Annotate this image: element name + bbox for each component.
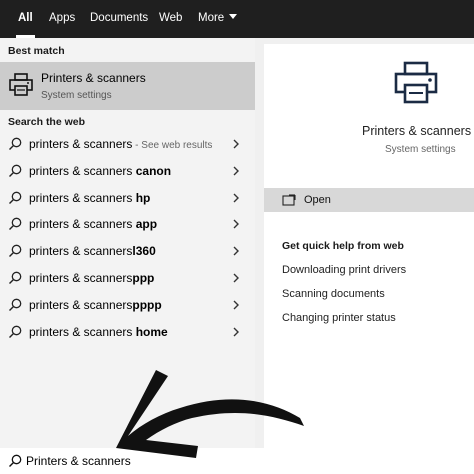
web-result-suffix: pppp	[132, 297, 162, 312]
web-result-text: printers & scanners home	[29, 325, 168, 339]
caret-down-icon	[229, 14, 238, 20]
web-result-suffix: canon	[135, 163, 172, 178]
tab-more[interactable]: More	[196, 0, 239, 38]
open-button[interactable]: Open	[264, 188, 474, 212]
chevron-right-icon	[233, 327, 239, 337]
search-icon	[9, 325, 22, 338]
chevron-right-icon	[233, 166, 239, 176]
chevron-right-icon	[233, 273, 239, 283]
web-result-row[interactable]: printers & scannersppp	[0, 266, 255, 292]
search-icon	[9, 298, 22, 311]
web-result-query: printers & scanners	[29, 324, 136, 339]
results-panel: Best match Printers & scanners System se…	[0, 38, 255, 448]
search-icon	[9, 454, 22, 467]
search-category-bar: All Apps Documents Web More	[0, 0, 474, 38]
web-result-hint: - See web results	[132, 140, 213, 151]
open-window-icon	[282, 194, 296, 206]
tab-web[interactable]: Web	[157, 0, 184, 38]
printer-icon	[394, 61, 438, 104]
search-icon	[9, 218, 22, 231]
tab-more-label: More	[198, 12, 225, 24]
web-result-query: printers & scanners	[29, 244, 133, 259]
web-result-suffix: ppp	[132, 271, 155, 285]
web-result-row[interactable]: printers & scanners app	[0, 212, 255, 238]
quick-link-printer-status[interactable]: Changing printer status	[282, 312, 396, 324]
web-result-query: printers & scanners	[29, 190, 136, 205]
open-label: Open	[304, 194, 331, 206]
web-result-text: printers & scannersl360	[29, 244, 156, 258]
web-result-suffix: hp	[135, 190, 151, 205]
quick-link-scanning[interactable]: Scanning documents	[282, 288, 385, 300]
web-result-row[interactable]: printers & scannerspppp	[0, 293, 255, 319]
web-result-text: printers & scannerspppp	[29, 298, 162, 312]
web-result-suffix: home	[135, 324, 168, 339]
printer-icon	[9, 73, 33, 96]
web-result-query: printers & scanners	[29, 297, 133, 312]
web-result-query: printers & scanners	[29, 137, 133, 151]
best-match-result[interactable]: Printers & scanners System settings	[0, 62, 255, 110]
web-result-text: printers & scannersppp	[29, 271, 154, 285]
tab-apps[interactable]: Apps	[47, 0, 77, 38]
chevron-right-icon	[233, 300, 239, 310]
web-result-suffix: app	[135, 217, 158, 232]
preview-title: Printers & scanners	[362, 124, 472, 138]
preview-subtitle: System settings	[385, 144, 456, 155]
web-result-row[interactable]: printers & scannersl360	[0, 239, 255, 265]
tab-all[interactable]: All	[16, 0, 35, 38]
quick-link-drivers[interactable]: Downloading print drivers	[282, 264, 406, 276]
web-result-text: printers & scanners canon	[29, 164, 171, 178]
best-match-title: Printers & scanners	[41, 71, 146, 85]
search-web-heading: Search the web	[8, 116, 86, 128]
preview-panel: Printers & scanners System settings Open…	[264, 44, 474, 448]
chevron-right-icon	[233, 139, 239, 149]
chevron-right-icon	[233, 193, 239, 203]
web-result-row[interactable]: printers & scanners canon	[0, 159, 255, 185]
best-match-subtitle: System settings	[41, 90, 112, 101]
web-result-suffix: l360	[132, 244, 156, 259]
search-input[interactable]	[26, 451, 456, 471]
quick-help-heading: Get quick help from web	[282, 240, 404, 252]
web-result-query: printers & scanners	[29, 217, 136, 232]
best-match-heading: Best match	[8, 45, 65, 57]
web-result-row[interactable]: printers & scanners hp	[0, 186, 255, 212]
web-result-text: printers & scanners hp	[29, 191, 150, 205]
search-icon	[9, 137, 22, 150]
tab-documents[interactable]: Documents	[88, 0, 150, 38]
search-icon	[9, 271, 22, 284]
web-result-row[interactable]: printers & scanners home	[0, 320, 255, 346]
search-icon	[9, 244, 22, 258]
web-result-query: printers & scanners	[29, 271, 133, 285]
chevron-right-icon	[233, 246, 239, 256]
web-result-row[interactable]: printers & scanners - See web results	[0, 132, 255, 158]
web-result-query: printers & scanners	[29, 163, 136, 178]
web-result-text: printers & scanners app	[29, 217, 157, 231]
chevron-right-icon	[233, 219, 239, 229]
search-icon	[9, 191, 22, 204]
search-icon	[9, 164, 22, 177]
search-bar	[0, 448, 474, 474]
web-result-text: printers & scanners - See web results	[29, 137, 212, 151]
